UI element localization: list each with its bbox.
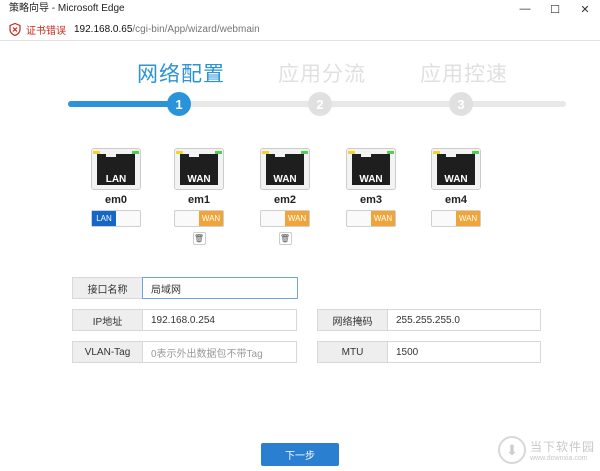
ip-field: IP地址 192.168.0.254 — [72, 309, 297, 331]
mtu-label: MTU — [317, 341, 387, 363]
mask-label: 网络掩码 — [317, 309, 387, 331]
toggle-mode-label: WAN — [456, 211, 480, 226]
progress-fill — [68, 101, 183, 107]
port-type-label: WAN — [273, 174, 297, 185]
ethernet-port-icon: WAN — [174, 148, 224, 190]
port-name: em1 — [187, 194, 211, 206]
url-host[interactable]: 192.168.0.65 — [74, 24, 132, 35]
port-name: em0 — [104, 194, 128, 206]
window-titlebar: 策略向导 - Microsoft Edge — ☐ ✕ — [0, 0, 600, 18]
maximize-button[interactable]: ☐ — [540, 0, 570, 18]
port-em3: WAN em3 WAN — [338, 148, 404, 227]
watermark-cn: 当下软件园 — [530, 440, 596, 454]
vlan-input[interactable]: 0表示外出数据包不带Tag — [142, 341, 297, 363]
port-type-label: WAN — [187, 174, 211, 185]
iface-name-field: 接口名称 局域网 — [72, 277, 298, 299]
url-path[interactable]: /cgi-bin/App/wizard/webmain — [132, 24, 259, 35]
minimize-button[interactable]: — — [510, 0, 540, 18]
iface-name-label: 接口名称 — [72, 277, 142, 299]
port-name: em3 — [359, 194, 383, 206]
vlan-field: VLAN-Tag 0表示外出数据包不带Tag — [72, 341, 297, 363]
trash-icon[interactable]: 🗑 — [192, 232, 206, 245]
ethernet-port-icon: WAN — [346, 148, 396, 190]
port-mode-toggle[interactable]: WAN — [346, 210, 396, 227]
step-title-3: 应用控速 — [420, 62, 508, 86]
port-mode-toggle[interactable]: WAN — [174, 210, 224, 227]
mtu-field: MTU 1500 — [317, 341, 541, 363]
step-circle-2: 2 — [308, 92, 332, 116]
port-em4: WAN em4 WAN — [423, 148, 489, 227]
iface-name-input[interactable]: 局域网 — [142, 277, 298, 299]
trash-icon[interactable]: 🗑 — [278, 232, 292, 245]
step-title-1: 网络配置 — [137, 62, 225, 86]
port-type-label: WAN — [359, 174, 383, 185]
mtu-input[interactable]: 1500 — [387, 341, 541, 363]
vlan-label: VLAN-Tag — [72, 341, 142, 363]
port-type-label: WAN — [444, 174, 468, 185]
port-mode-toggle[interactable]: WAN — [431, 210, 481, 227]
port-type-label: LAN — [105, 174, 127, 185]
mask-input[interactable]: 255.255.255.0 — [387, 309, 541, 331]
port-em2: WAN em2 WAN 🗑 — [252, 148, 318, 245]
step-title-2: 应用分流 — [278, 62, 366, 86]
toggle-mode-label: WAN — [371, 211, 395, 226]
cert-error-label[interactable]: 证书错误 — [26, 22, 66, 37]
step-circle-3: 3 — [449, 92, 473, 116]
watermark-en: www.downxia.com — [530, 455, 588, 462]
port-mode-toggle[interactable]: WAN — [260, 210, 310, 227]
port-mode-toggle[interactable]: LAN — [91, 210, 141, 227]
port-name: em2 — [273, 194, 297, 206]
step-circle-1: 1 — [167, 92, 191, 116]
watermark: ⬇ 当下软件园 www.downxia.com — [498, 432, 598, 468]
toggle-mode-label: LAN — [92, 211, 116, 226]
ip-input[interactable]: 192.168.0.254 — [142, 309, 297, 331]
ethernet-port-icon: LAN — [91, 148, 141, 190]
port-em0: LAN em0 LAN — [83, 148, 149, 227]
port-name: em4 — [444, 194, 468, 206]
toggle-mode-label: WAN — [199, 211, 223, 226]
address-bar[interactable]: 证书错误 192.168.0.65 /cgi-bin/App/wizard/we… — [0, 19, 600, 41]
port-em1: WAN em1 WAN 🗑 — [166, 148, 232, 245]
ethernet-port-icon: WAN — [431, 148, 481, 190]
toggle-mode-label: WAN — [285, 211, 309, 226]
ip-label: IP地址 — [72, 309, 142, 331]
mask-field: 网络掩码 255.255.255.0 — [317, 309, 541, 331]
ethernet-port-icon: WAN — [260, 148, 310, 190]
shield-warning-icon[interactable] — [9, 23, 21, 36]
close-button[interactable]: ✕ — [570, 0, 600, 18]
next-button[interactable]: 下一步 — [261, 443, 339, 466]
window-title: 策略向导 - Microsoft Edge — [9, 3, 125, 14]
downxia-logo-icon: ⬇ — [498, 436, 526, 464]
